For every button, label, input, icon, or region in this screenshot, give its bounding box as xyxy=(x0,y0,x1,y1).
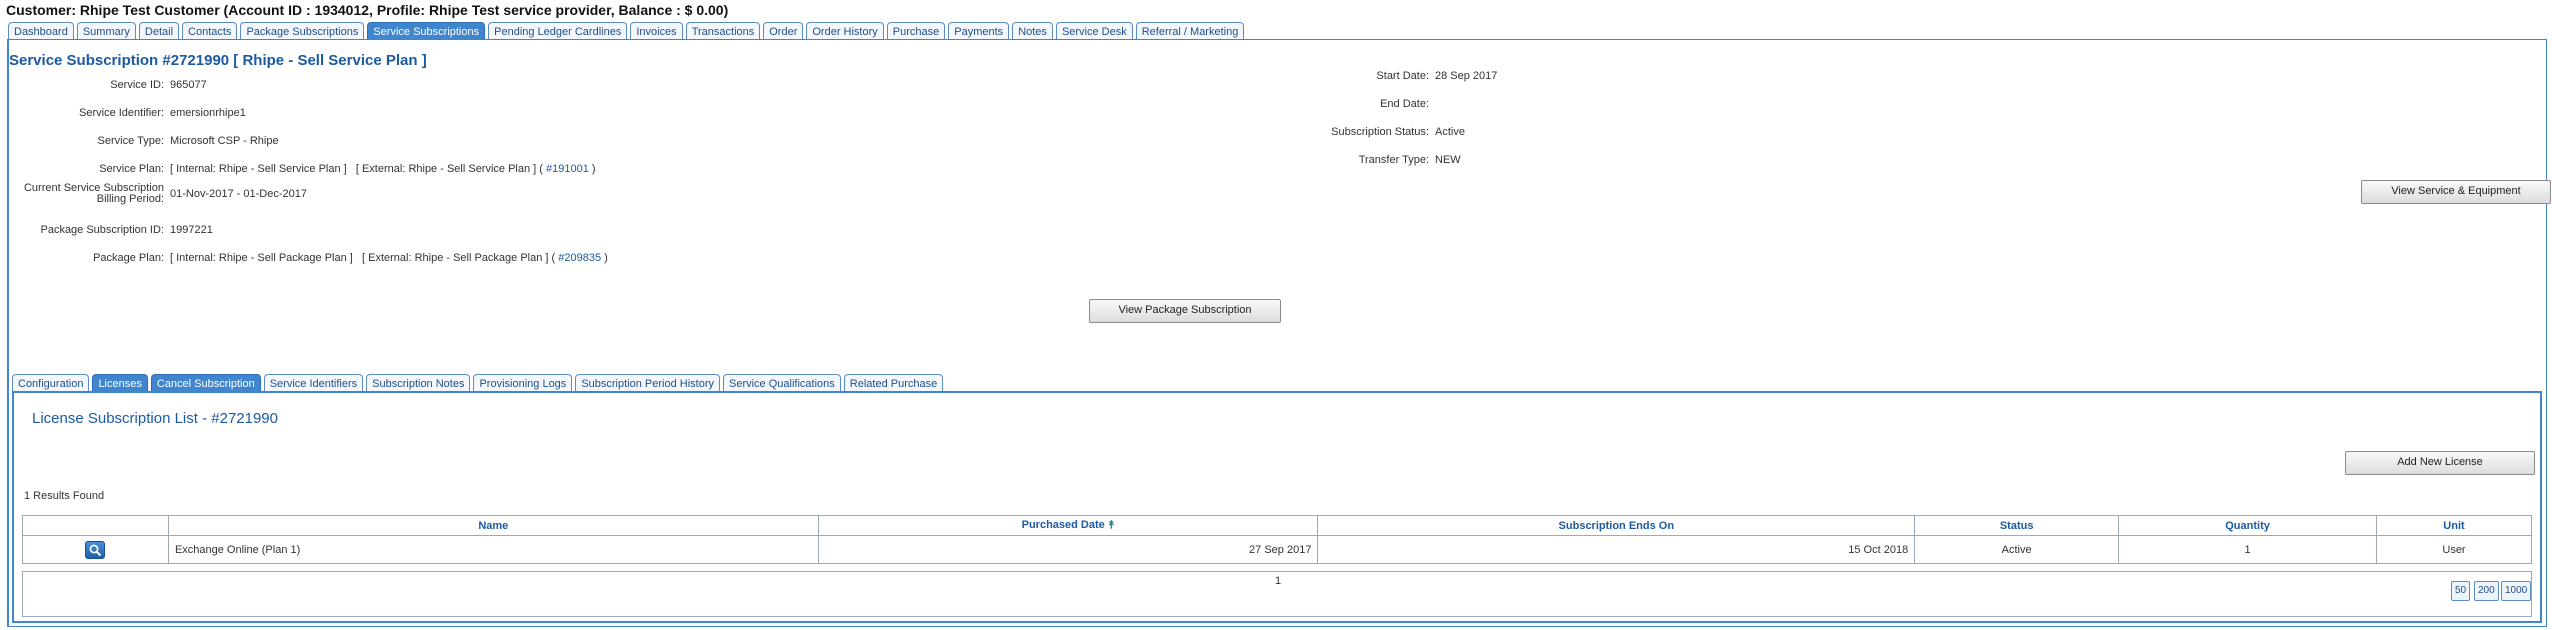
cell-name: Exchange Online (Plan 1) xyxy=(167,535,819,564)
page-size-50[interactable]: 50 xyxy=(2451,581,2471,601)
tab-detail[interactable]: Detail xyxy=(138,22,180,39)
field-value: 1997221 xyxy=(170,224,213,236)
column-header-name[interactable]: Name xyxy=(167,515,819,536)
tab-transactions[interactable]: Transactions xyxy=(685,22,761,39)
cell-status: Active xyxy=(1914,535,2120,564)
tab-provisioning-logs[interactable]: Provisioning Logs xyxy=(473,374,573,391)
field-value: 28 Sep 2017 xyxy=(1435,70,1498,82)
tab-service-identifiers[interactable]: Service Identifiers xyxy=(263,374,364,391)
tab-dashboard[interactable]: Dashboard xyxy=(8,22,74,39)
cell-ends-on: 15 Oct 2018 xyxy=(1317,535,1916,564)
field-transfer-type: Transfer Type: NEW xyxy=(0,154,1461,166)
column-header-unit[interactable]: Unit xyxy=(2376,515,2532,536)
top-tab-bar: Dashboard Summary Detail Contacts Packag… xyxy=(8,21,1245,39)
column-header-quantity[interactable]: Quantity xyxy=(2118,515,2377,536)
pagination-bar: 1 50 200 1000 xyxy=(22,571,2532,617)
tab-related-purchase[interactable]: Related Purchase xyxy=(843,374,944,391)
package-plan-text: [ Internal: Rhipe - Sell Package Plan ] … xyxy=(170,252,559,264)
field-value: NEW xyxy=(1435,154,1461,166)
package-plan-suffix: ) xyxy=(601,252,608,264)
table-header-row: Name Purchased Date ⯭ Subscription Ends … xyxy=(22,515,2532,536)
column-header-purchased-date[interactable]: Purchased Date ⯭ xyxy=(817,515,1319,536)
tab-payments[interactable]: Payments xyxy=(948,22,1010,39)
field-label: Package Plan: xyxy=(93,252,164,264)
tab-package-subscriptions[interactable]: Package Subscriptions xyxy=(240,22,365,39)
page-size-200[interactable]: 200 xyxy=(2474,581,2499,601)
license-table: Name Purchased Date ⯭ Subscription Ends … xyxy=(22,515,2532,564)
field-label: Package Subscription ID: xyxy=(40,224,164,236)
customer-header: Customer: Rhipe Test Customer (Account I… xyxy=(6,2,729,18)
sort-ascending-icon[interactable]: ⯭ xyxy=(1108,519,1115,531)
tab-contacts[interactable]: Contacts xyxy=(182,22,238,39)
tab-service-desk[interactable]: Service Desk xyxy=(1055,22,1133,39)
page-size-1000[interactable]: 1000 xyxy=(2501,581,2532,601)
column-header-label: Purchased Date xyxy=(1021,519,1105,531)
tab-licenses[interactable]: Licenses xyxy=(92,374,148,391)
field-package-plan: Package Plan: [ Internal: Rhipe - Sell P… xyxy=(2,252,608,264)
field-start-date: Start Date: 28 Sep 2017 xyxy=(0,70,1497,82)
field-package-subscription-id: Package Subscription ID: 1997221 xyxy=(2,224,213,236)
field-value: [ Internal: Rhipe - Sell Package Plan ] … xyxy=(170,252,608,264)
cell-quantity: 1 xyxy=(2118,535,2377,564)
field-subscription-status: Subscription Status: Active xyxy=(0,126,1465,138)
tab-pending-ledger-cardlines[interactable]: Pending Ledger Cardlines xyxy=(488,22,628,39)
field-label: Subscription Status: xyxy=(1331,126,1429,138)
field-label: Transfer Type: xyxy=(1358,154,1429,166)
tab-notes[interactable]: Notes xyxy=(1012,22,1053,39)
tab-cancel-subscription[interactable]: Cancel Subscription xyxy=(150,374,261,391)
page-number[interactable]: 1 xyxy=(1275,575,1281,587)
column-header-action xyxy=(22,515,169,536)
field-label: Start Date: xyxy=(1376,70,1429,82)
tab-invoices[interactable]: Invoices xyxy=(630,22,683,39)
cell-purchased-date: 27 Sep 2017 xyxy=(817,535,1319,564)
magnifier-icon[interactable] xyxy=(85,540,106,559)
row-action-cell xyxy=(22,535,169,564)
tab-service-subscriptions[interactable]: Service Subscriptions xyxy=(367,22,486,39)
field-value: Active xyxy=(1435,126,1465,138)
tab-referral-marketing[interactable]: Referral / Marketing xyxy=(1135,22,1245,39)
results-count: 1 Results Found xyxy=(24,490,105,502)
field-label: End Date: xyxy=(1380,98,1429,110)
field-billing-period: Current Service Subscription Billing Per… xyxy=(2,183,307,205)
page-title: Service Subscription #2721990 [ Rhipe - … xyxy=(9,52,427,69)
sub-tab-bar: Configuration Licenses Cancel Subscripti… xyxy=(12,374,944,391)
view-service-equipment-button[interactable]: View Service & Equipment xyxy=(2361,180,2551,204)
tab-order-history[interactable]: Order History xyxy=(806,22,884,39)
package-plan-link[interactable]: #209835 xyxy=(558,252,601,264)
tab-subscription-notes[interactable]: Subscription Notes xyxy=(366,374,471,391)
cell-unit: User xyxy=(2376,535,2532,564)
license-list-title: License Subscription List - #2721990 xyxy=(32,410,278,427)
tab-service-qualifications[interactable]: Service Qualifications xyxy=(722,374,841,391)
column-header-status[interactable]: Status xyxy=(1914,515,2120,536)
field-label: Current Service Subscription Billing Per… xyxy=(2,183,170,205)
column-header-subscription-ends-on[interactable]: Subscription Ends On xyxy=(1317,515,1916,536)
field-value: 01-Nov-2017 - 01-Dec-2017 xyxy=(170,188,307,200)
tab-subscription-period-history[interactable]: Subscription Period History xyxy=(575,374,720,391)
add-new-license-button[interactable]: Add New License xyxy=(2345,451,2535,475)
tab-order[interactable]: Order xyxy=(763,22,804,39)
tab-summary[interactable]: Summary xyxy=(76,22,136,39)
field-end-date: End Date: xyxy=(0,98,1435,110)
table-row: Exchange Online (Plan 1) 27 Sep 2017 15 … xyxy=(22,535,2532,564)
view-package-subscription-button[interactable]: View Package Subscription xyxy=(1089,299,1281,323)
tab-configuration[interactable]: Configuration xyxy=(12,374,90,391)
tab-purchase[interactable]: Purchase xyxy=(886,22,946,39)
field-label-line: Billing Period: xyxy=(96,193,164,205)
